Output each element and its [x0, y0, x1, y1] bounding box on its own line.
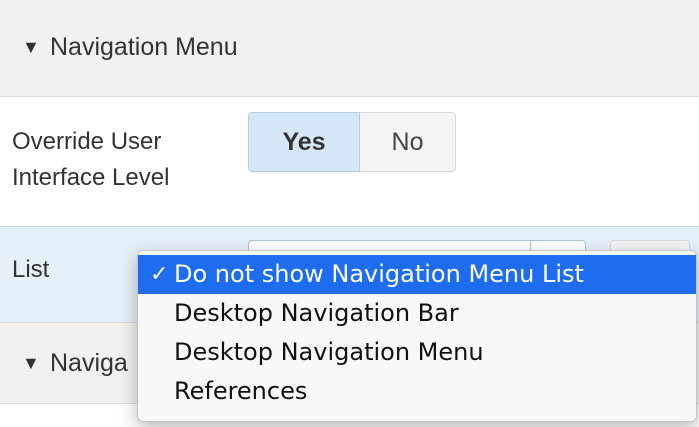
check-icon: ✓: [150, 262, 169, 287]
option-label: Desktop Navigation Bar: [174, 299, 459, 327]
override-ui-level-label: Override User Interface Level: [12, 124, 169, 196]
dropdown-option-do-not-show[interactable]: ✓ Do not show Navigation Menu List: [138, 255, 696, 294]
navigation-list-dropdown-menu: ✓ Do not show Navigation Menu List Deskt…: [137, 250, 697, 422]
option-label: Do not show Navigation Menu List: [174, 260, 584, 288]
section-title: Naviga: [50, 349, 128, 377]
yes-button[interactable]: Yes: [248, 112, 360, 172]
dropdown-option-desktop-navigation-menu[interactable]: Desktop Navigation Menu: [138, 333, 696, 372]
section-title: Navigation Menu: [50, 33, 238, 61]
override-ui-level-toggle: Yes No: [248, 112, 456, 172]
no-button[interactable]: No: [360, 112, 456, 172]
collapse-caret-icon[interactable]: ▼: [22, 37, 40, 58]
list-label: List: [12, 256, 50, 283]
navigation-menu-section-header[interactable]: ▼ Navigation Menu: [0, 0, 699, 97]
dropdown-option-references[interactable]: References: [138, 372, 696, 411]
dropdown-option-desktop-navigation-bar[interactable]: Desktop Navigation Bar: [138, 294, 696, 333]
option-label: Desktop Navigation Menu: [174, 338, 484, 366]
collapse-caret-icon[interactable]: ▼: [22, 353, 40, 374]
option-label: References: [174, 377, 308, 405]
override-label-line-2: Interface Level: [12, 164, 170, 191]
override-label-line-1: Override User: [12, 128, 162, 155]
